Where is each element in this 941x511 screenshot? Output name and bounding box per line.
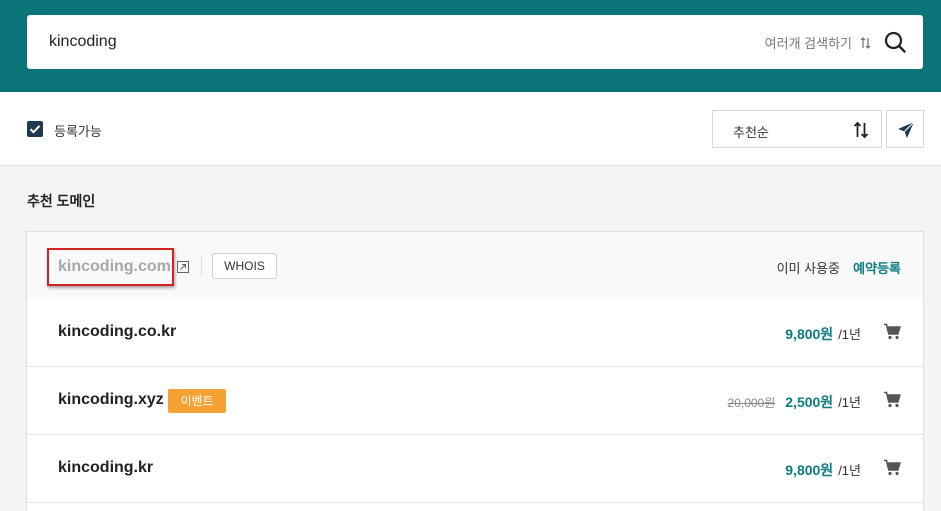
sort-select-label: 추천순 <box>733 125 769 140</box>
status-text: 이미 사용중 <box>776 261 840 276</box>
domain-name[interactable]: kincoding.com <box>58 258 171 276</box>
domain-row: kincoding.kr 9,800원 /1년 <box>27 435 923 503</box>
price: 9,800원 <box>785 326 834 342</box>
search-box: 여러개 검색하기 <box>27 15 923 69</box>
domain-name[interactable]: kincoding.xyz <box>58 391 164 409</box>
multi-search-toggle[interactable]: 여러개 검색하기 <box>765 33 871 52</box>
swap-icon <box>860 36 871 49</box>
cart-icon[interactable] <box>883 459 901 481</box>
period: /1년 <box>838 463 861 478</box>
domain-row: kincoding.co.kr 9,800원 /1년 <box>27 299 923 367</box>
divider <box>201 255 202 275</box>
original-price: 20,000원 <box>727 396 776 410</box>
search-icon[interactable] <box>883 30 907 54</box>
period: /1년 <box>838 327 861 342</box>
cart-icon[interactable] <box>883 391 901 413</box>
domain-name[interactable]: kincoding.co.kr <box>58 323 176 341</box>
filter-bar: 등록가능 추천순 <box>0 92 941 166</box>
external-link-icon[interactable] <box>177 260 189 278</box>
price-block: 9,800원 /1년 <box>785 460 861 480</box>
search-input[interactable] <box>49 31 649 53</box>
event-badge: 이벤트 <box>168 389 226 413</box>
price: 9,800원 <box>785 462 834 478</box>
reserve-link[interactable]: 예약등록 <box>853 258 901 277</box>
multi-search-label: 여러개 검색하기 <box>764 36 852 51</box>
check-icon <box>29 125 41 134</box>
send-button[interactable] <box>886 110 924 148</box>
available-checkbox[interactable] <box>27 121 43 137</box>
domain-row: kincoding.xyz 이벤트 20,000원 2,500원 /1년 <box>27 367 923 435</box>
price-block: 9,800원 /1년 <box>785 324 861 344</box>
period: /1년 <box>838 395 861 410</box>
sort-select[interactable]: 추천순 <box>712 110 882 148</box>
available-checkbox-label: 등록가능 <box>54 124 102 139</box>
sort-arrows-icon <box>853 121 869 144</box>
domain-row: kincoding.com WHOIS 이미 사용중 예약등록 <box>27 232 923 300</box>
price: 2,500원 <box>785 394 834 410</box>
header-bar: 여러개 검색하기 <box>0 0 941 92</box>
domain-list: kincoding.com WHOIS 이미 사용중 예약등록 kincodin… <box>26 231 924 511</box>
send-icon <box>898 121 915 138</box>
section-title: 추천 도메인 <box>27 193 96 209</box>
cart-icon[interactable] <box>883 323 901 345</box>
whois-button[interactable]: WHOIS <box>212 253 277 279</box>
price-block: 20,000원 2,500원 /1년 <box>728 392 861 412</box>
domain-name[interactable]: kincoding.kr <box>58 459 153 477</box>
